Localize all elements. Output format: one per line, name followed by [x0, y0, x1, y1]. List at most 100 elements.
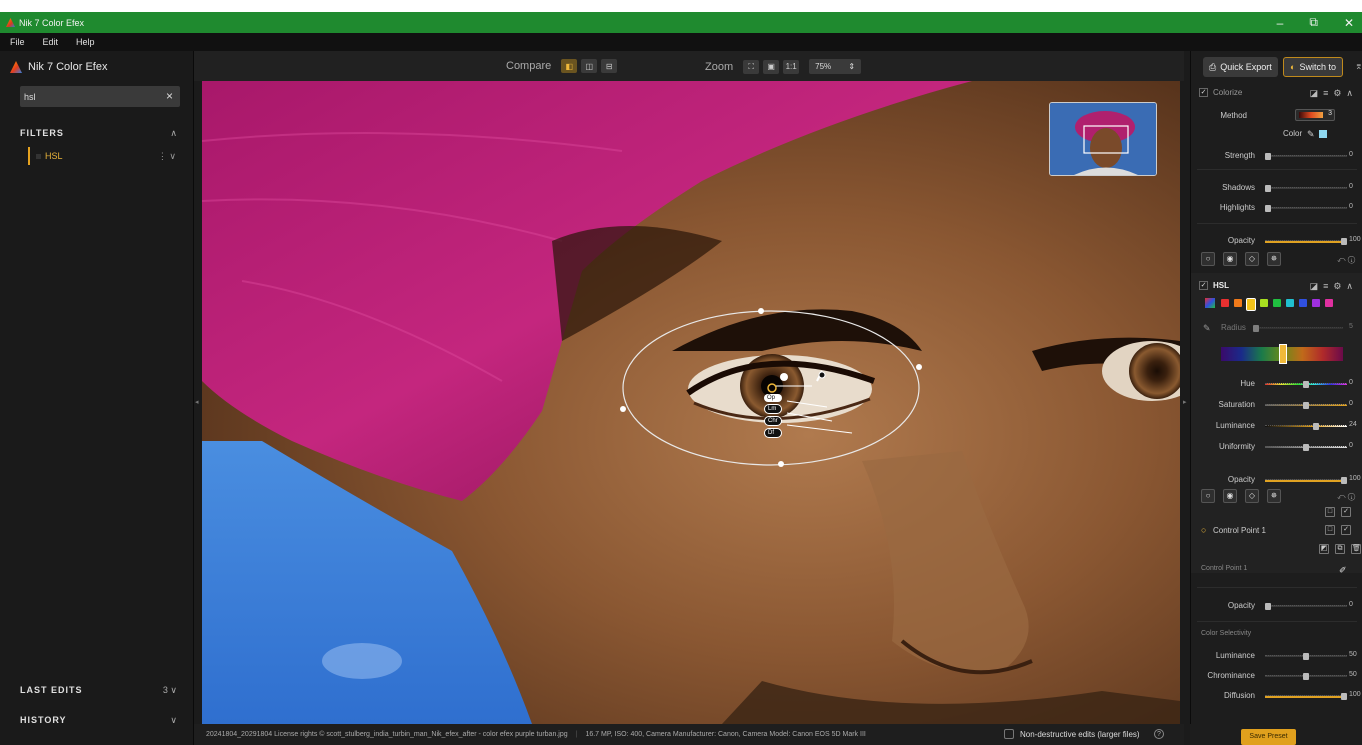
menu-edit[interactable]: Edit — [43, 37, 59, 47]
hsl-enable-checkbox[interactable]: ✓ — [1199, 281, 1208, 290]
swatch-purple[interactable] — [1312, 299, 1320, 307]
minimize-button[interactable]: – — [1277, 16, 1284, 30]
cs-luminance-slider[interactable] — [1265, 653, 1347, 660]
luminance-value: 24 — [1349, 421, 1357, 428]
luminance-chip[interactable]: Lm — [764, 404, 782, 414]
view-toolbar: Compare ◧ ◫ ⊟ Zoom ⛶ ▣ 1:1 75% ⇕ — [194, 51, 1184, 81]
menu-file[interactable]: File — [10, 37, 25, 47]
restore-button[interactable]: ⧉ — [1309, 15, 1318, 30]
swatch-lime[interactable] — [1260, 299, 1268, 307]
zoom-fit-icon[interactable]: ⛶ — [743, 59, 760, 74]
last-edits-chevron-icon[interactable]: 3 ∨ — [163, 685, 177, 696]
highlights-slider[interactable] — [1265, 205, 1347, 212]
cp-duplicate-icon[interactable]: ⧉ — [1335, 544, 1345, 554]
nondestructive-checkbox[interactable] — [1004, 729, 1014, 739]
filter-item-hsl[interactable]: HSL ⋮ ∨ — [28, 147, 178, 165]
swatch-orange[interactable] — [1234, 299, 1242, 307]
right-collapse-icon[interactable]: ▸ — [1183, 398, 1187, 406]
radius-slider[interactable] — [1253, 325, 1343, 332]
zoom-1to1-button[interactable]: 1:1 — [783, 59, 800, 74]
view-mask-icon[interactable]: ◉ — [1223, 252, 1237, 266]
filters-heading[interactable]: FILTERS — [20, 128, 64, 138]
last-edits-heading[interactable]: LAST EDITS — [20, 685, 83, 695]
history-chevron-icon[interactable]: ∨ — [170, 715, 177, 726]
colorize-opacity-slider[interactable] — [1265, 238, 1347, 245]
cs-diffusion-slider[interactable] — [1265, 693, 1347, 700]
hsl-polygon-mask-icon[interactable]: ◇ — [1245, 489, 1259, 503]
filters-collapse-icon[interactable]: ∧ — [170, 128, 177, 139]
cp-group-icon[interactable]: □ — [1325, 507, 1335, 517]
hsl-header[interactable]: ✓ HSL — [1199, 281, 1229, 290]
image-canvas[interactable]: Op Lm Chr Df — [202, 81, 1180, 724]
color-label: Color — [1283, 129, 1303, 138]
method-gradient-icon — [1299, 112, 1323, 118]
filter-dot-icon — [36, 153, 41, 159]
hsl-add-control-point-icon[interactable]: ○ — [1201, 489, 1215, 503]
swatch-red[interactable] — [1221, 299, 1229, 307]
hue-slider[interactable] — [1265, 381, 1347, 388]
cp-opacity-slider[interactable] — [1265, 603, 1347, 610]
strength-slider[interactable] — [1265, 153, 1347, 160]
hsl-auto-mask-icon[interactable]: ✵ — [1267, 489, 1281, 503]
clear-search-icon[interactable]: × — [166, 89, 173, 103]
hue-range-bar[interactable] — [1221, 344, 1343, 364]
compare-split-icon[interactable]: ◧ — [561, 59, 578, 73]
zoom-level-select[interactable]: 75% ⇕ — [809, 59, 862, 74]
method-select[interactable]: 3 — [1295, 109, 1335, 121]
compare-vertical-icon[interactable]: ⊟ — [601, 59, 618, 73]
hsl-opacity-slider[interactable] — [1265, 477, 1347, 484]
auto-mask-icon[interactable]: ✵ — [1267, 252, 1281, 266]
cp-mask-icon[interactable]: ◩ — [1319, 544, 1329, 554]
swatch-cyan[interactable] — [1286, 299, 1294, 307]
cp-pick-icon[interactable]: ✐ — [1339, 565, 1347, 576]
quick-export-button[interactable]: ⎙ Quick Export — [1203, 57, 1278, 77]
pin-icon[interactable]: ⌆ — [1355, 61, 1362, 72]
radius-eyedropper-icon[interactable]: ✎ — [1203, 323, 1211, 334]
hsl-reset-icon[interactable]: ⤺ ⓘ — [1337, 492, 1355, 502]
colorize-enable-checkbox[interactable]: ✓ — [1199, 88, 1208, 97]
filter-item-menu-icon[interactable]: ⋮ ∨ — [158, 151, 176, 162]
polygon-mask-icon[interactable]: ◇ — [1245, 252, 1259, 266]
add-control-point-icon[interactable]: ○ — [1201, 252, 1215, 266]
compare-side-by-side-icon[interactable]: ◫ — [581, 59, 598, 73]
swatch-green[interactable] — [1273, 299, 1281, 307]
menu-help[interactable]: Help — [76, 37, 95, 47]
colorize-header-icons[interactable]: ◪≡⚙∧ — [1310, 88, 1358, 99]
status-bar: 20241804_20291804 License rights © scott… — [194, 724, 1184, 745]
history-heading[interactable]: HISTORY — [20, 715, 67, 725]
hue-range-handle[interactable] — [1279, 344, 1287, 364]
swatch-magenta[interactable] — [1325, 299, 1333, 307]
luminance-slider[interactable] — [1265, 423, 1347, 430]
diffusion-chip[interactable]: Df — [764, 428, 782, 438]
saturation-slider[interactable] — [1265, 402, 1347, 409]
chrominance-chip[interactable]: Chr — [764, 416, 782, 426]
cp-group-check-icon[interactable]: ✓ — [1341, 507, 1351, 517]
color-swatch[interactable] — [1319, 130, 1327, 138]
hsl-header-icons[interactable]: ◪≡⚙∧ — [1310, 281, 1358, 292]
swatch-yellow[interactable] — [1246, 298, 1256, 311]
cp-delete-icon[interactable]: 🗑 — [1351, 544, 1361, 554]
save-preset-button[interactable]: Save Preset — [1241, 729, 1296, 745]
switch-to-button[interactable]: ◐ Switch to — [1283, 57, 1343, 77]
colorize-reset-icon[interactable]: ⤺ ⓘ — [1337, 255, 1355, 265]
left-panel: Nik 7 Color Efex hsl × FILTERS ∧ HSL ⋮ ∨… — [0, 51, 194, 745]
cp-enable-check-icon[interactable]: ✓ — [1341, 525, 1351, 535]
hsl-view-mask-icon[interactable]: ◉ — [1223, 489, 1237, 503]
close-button[interactable]: ✕ — [1344, 16, 1354, 30]
filter-search-input[interactable]: hsl × — [20, 86, 180, 107]
navigator-thumbnail[interactable] — [1049, 102, 1157, 176]
shadows-slider[interactable] — [1265, 185, 1347, 192]
all-colors-icon[interactable] — [1205, 298, 1215, 308]
colorize-header[interactable]: ✓ Colorize — [1199, 88, 1242, 97]
left-collapse-icon[interactable]: ◂ — [195, 398, 199, 406]
swatch-blue[interactable] — [1299, 299, 1307, 307]
uniformity-slider[interactable] — [1265, 444, 1347, 451]
help-icon[interactable]: ? — [1154, 729, 1164, 739]
cp-visibility-icon[interactable]: □ — [1325, 525, 1335, 535]
opacity-chip[interactable]: Op — [764, 394, 782, 402]
zoom-fill-icon[interactable]: ▣ — [763, 59, 780, 74]
hsl-color-swatches[interactable] — [1221, 298, 1333, 311]
control-point-list-item[interactable]: ○ Control Point 1 □ ✓ — [1191, 525, 1362, 541]
cs-chrominance-slider[interactable] — [1265, 673, 1347, 680]
eyedropper-icon[interactable]: ✎ — [1307, 129, 1315, 140]
